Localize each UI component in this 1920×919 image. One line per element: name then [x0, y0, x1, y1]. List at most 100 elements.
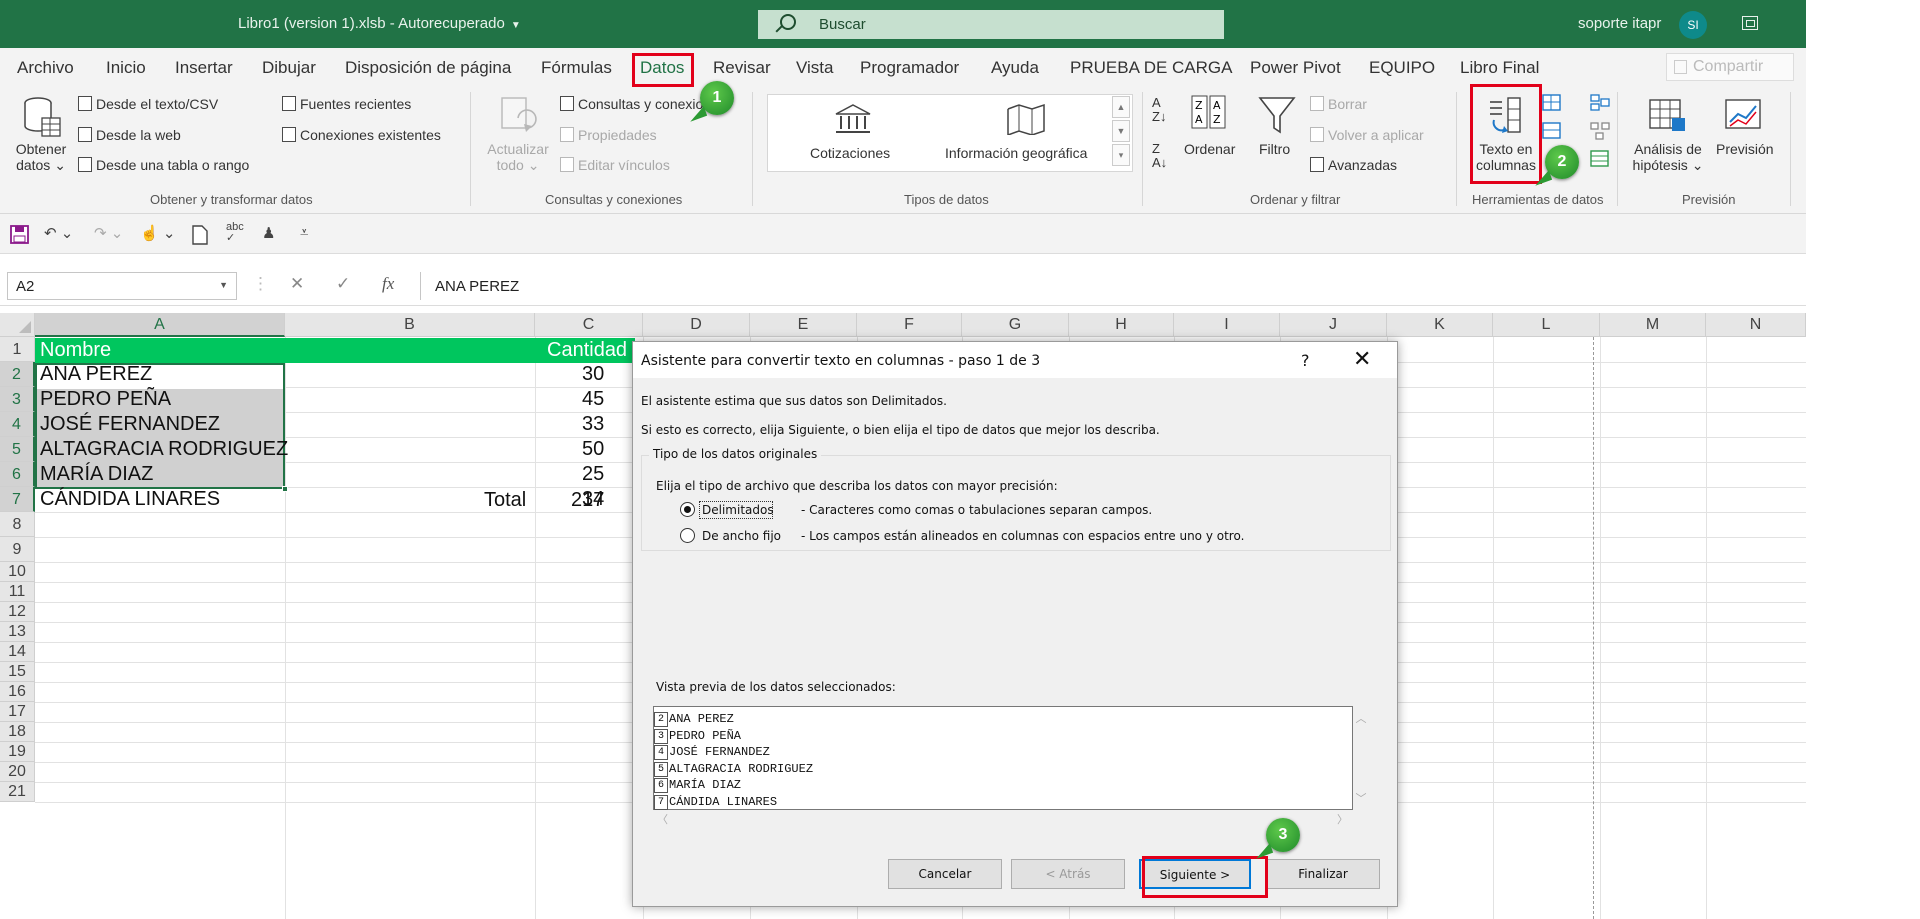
column-header-c[interactable]: C: [535, 313, 643, 337]
column-header-m[interactable]: M: [1600, 313, 1706, 337]
propiedades[interactable]: Propiedades: [560, 127, 657, 143]
volver-a-aplicar-button[interactable]: Volver a aplicar: [1310, 127, 1424, 143]
tab-insertar[interactable]: Insertar: [175, 58, 233, 78]
tab-ayuda[interactable]: Ayuda: [991, 58, 1039, 78]
column-header-g[interactable]: G: [962, 313, 1069, 337]
undo-icon[interactable]: ↶ ⌄: [44, 224, 73, 242]
column-header-k[interactable]: K: [1387, 313, 1493, 337]
column-header-d[interactable]: D: [643, 313, 750, 337]
tab-dibujar[interactable]: Dibujar: [262, 58, 316, 78]
fill-handle[interactable]: [282, 486, 288, 492]
avatar[interactable]: SI: [1679, 11, 1707, 39]
row-header-14[interactable]: 14: [0, 642, 35, 662]
row-header-12[interactable]: 12: [0, 602, 35, 622]
total-label[interactable]: Total: [484, 489, 526, 512]
ordenar-button[interactable]: Ordenar: [1184, 141, 1235, 157]
tab-vista[interactable]: Vista: [796, 58, 834, 78]
scroll-up-icon[interactable]: ︿: [1353, 710, 1369, 726]
row-header-18[interactable]: 18: [0, 722, 35, 742]
share-button[interactable]: Compartir: [1666, 53, 1794, 81]
conexiones-existentes[interactable]: Conexiones existentes: [282, 127, 441, 143]
back-button[interactable]: < Atrás: [1011, 859, 1125, 889]
obtener-datos-button[interactable]: Obtener datos ⌄: [13, 141, 69, 174]
analisis-hipotesis-button[interactable]: Análisis de hipótesis ⌄: [1628, 141, 1708, 174]
filtro-button[interactable]: Filtro: [1259, 141, 1290, 157]
cell-quantity[interactable]: 50: [582, 438, 604, 461]
fuentes-recientes[interactable]: Fuentes recientes: [282, 96, 411, 112]
help-icon[interactable]: ?: [1301, 351, 1310, 370]
spelling-icon[interactable]: abc ✓: [226, 222, 244, 244]
borrar-button[interactable]: Borrar: [1310, 96, 1367, 112]
row-header-20[interactable]: 20: [0, 762, 35, 782]
desde-texto-csv[interactable]: Desde el texto/CSV: [78, 96, 218, 112]
chevron-down-icon[interactable]: ▼: [219, 280, 228, 290]
row-header-17[interactable]: 17: [0, 702, 35, 722]
row-header-5[interactable]: 5: [0, 437, 35, 462]
row-header-10[interactable]: 10: [0, 562, 35, 582]
editar-vinculos[interactable]: Editar vínculos: [560, 157, 670, 173]
fixed-width-radio[interactable]: [680, 528, 695, 543]
column-header-i[interactable]: I: [1174, 313, 1280, 337]
remove-duplicates-icon[interactable]: [1542, 122, 1562, 145]
ribbon-display-options-icon[interactable]: [1742, 16, 1758, 30]
column-header-n[interactable]: N: [1706, 313, 1806, 337]
gallery-down-icon[interactable]: ▼: [1112, 120, 1130, 142]
total-value[interactable]: 217: [571, 489, 604, 512]
row-header-3[interactable]: 3: [0, 387, 35, 412]
save-icon[interactable]: [10, 225, 30, 250]
tab-archivo[interactable]: Archivo: [17, 58, 74, 78]
new-file-icon[interactable]: [192, 225, 208, 250]
tab-inicio[interactable]: Inicio: [106, 58, 146, 78]
avanzadas-button[interactable]: Avanzadas: [1310, 157, 1397, 173]
cell-name[interactable]: CÁNDIDA LINARES: [40, 488, 220, 511]
cell-name[interactable]: ANA PEREZ: [40, 363, 152, 386]
preview-vertical-scrollbar[interactable]: ︿ ﹀: [1353, 706, 1369, 810]
column-header-h[interactable]: H: [1069, 313, 1174, 337]
cancel-button[interactable]: Cancelar: [888, 859, 1002, 889]
finish-button[interactable]: Finalizar: [1266, 859, 1380, 889]
flash-fill-icon[interactable]: [1542, 94, 1562, 117]
name-box[interactable]: A2 ▼: [7, 272, 237, 300]
tab-power-pivot[interactable]: Power Pivot: [1250, 58, 1341, 78]
tab-revisar[interactable]: Revisar: [713, 58, 771, 78]
tab-disposicion[interactable]: Disposición de página: [345, 58, 511, 78]
column-header-e[interactable]: E: [750, 313, 857, 337]
informacion-geografica-button[interactable]: Información geográfica: [945, 145, 1087, 161]
actualizar-todo-button[interactable]: Actualizar todo ⌄: [484, 141, 552, 174]
desde-la-web[interactable]: Desde la web: [78, 127, 181, 143]
row-header-16[interactable]: 16: [0, 682, 35, 702]
row-header-7[interactable]: 7: [0, 487, 35, 512]
column-header-b[interactable]: B: [285, 313, 535, 337]
relationships-icon[interactable]: [1590, 122, 1610, 145]
sort-az-icon[interactable]: A Z↓: [1152, 96, 1166, 124]
sort-za-icon[interactable]: Z A↓: [1152, 142, 1167, 170]
row-header-4[interactable]: 4: [0, 412, 35, 437]
close-icon[interactable]: ✕: [1353, 347, 1371, 372]
header-cantidad[interactable]: Cantidad: [547, 339, 627, 362]
tab-libro-final[interactable]: Libro Final: [1460, 58, 1539, 78]
row-header-11[interactable]: 11: [0, 582, 35, 602]
customize-qat-icon[interactable]: ⩡: [300, 224, 308, 241]
scroll-left-icon[interactable]: 〈: [657, 811, 668, 827]
cell-quantity[interactable]: 33: [582, 413, 604, 436]
tab-equipo[interactable]: EQUIPO: [1369, 58, 1435, 78]
data-preview[interactable]: 2 ANA PEREZ 3 PEDRO PEÑA 4 JOSÉ FERNANDEZ 5 ALT…: [653, 706, 1353, 810]
redo-icon[interactable]: ↷ ⌄: [94, 224, 123, 242]
prevision-button[interactable]: Previsión: [1716, 141, 1774, 157]
column-header-l[interactable]: L: [1493, 313, 1600, 337]
row-header-9[interactable]: 9: [0, 537, 35, 562]
row-header-2[interactable]: 2: [0, 362, 35, 387]
cell-quantity[interactable]: 30: [582, 363, 604, 386]
select-all-corner[interactable]: [0, 313, 35, 337]
cell-name[interactable]: JOSÉ FERNANDEZ: [40, 413, 220, 436]
cell-quantity[interactable]: 45: [582, 388, 604, 411]
scroll-down-icon[interactable]: ﹀: [1353, 790, 1369, 806]
delimited-radio[interactable]: [680, 502, 695, 517]
scroll-right-icon[interactable]: 〉: [1337, 811, 1348, 827]
gallery-up-icon[interactable]: ▲: [1112, 96, 1130, 118]
delimited-label[interactable]: Delimitados: [702, 503, 774, 517]
row-header-21[interactable]: 21: [0, 782, 35, 802]
tab-formulas[interactable]: Fórmulas: [541, 58, 612, 78]
cell-name[interactable]: PEDRO PEÑA: [40, 388, 171, 411]
cancel-icon[interactable]: ✕: [290, 274, 304, 294]
